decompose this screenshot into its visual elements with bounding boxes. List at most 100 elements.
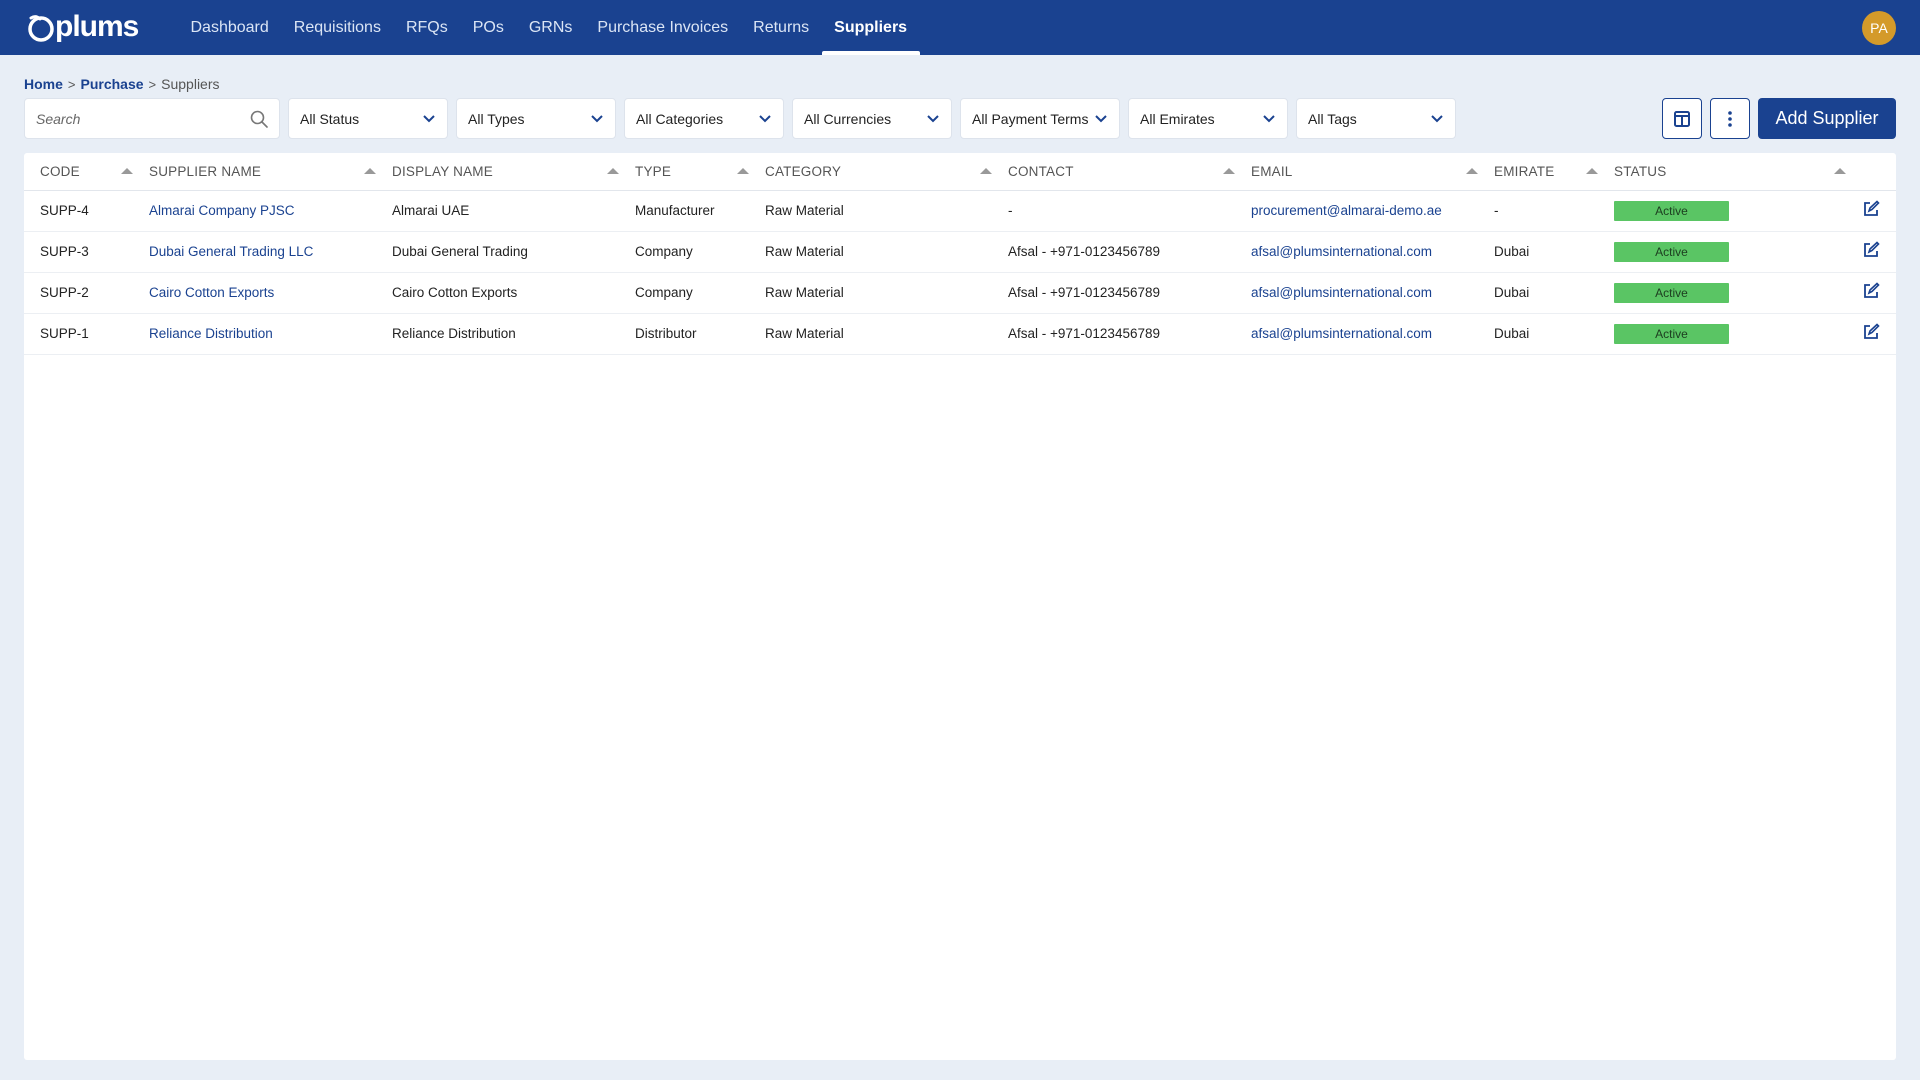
sort-icon[interactable] [1834, 168, 1846, 174]
cell-display-name: Reliance Distribution [376, 313, 619, 355]
cell-type: Company [619, 272, 749, 314]
sort-icon[interactable] [980, 168, 992, 174]
nav-pos[interactable]: POs [460, 0, 516, 55]
column-header-label: EMAIL [1251, 163, 1293, 179]
column-header-email[interactable]: EMAIL [1235, 153, 1478, 191]
tags-filter[interactable]: All Tags [1296, 98, 1456, 139]
logo-text: plums [55, 10, 139, 43]
edit-icon[interactable] [1862, 282, 1880, 300]
payment-terms-filter-value: All Payment Terms [972, 110, 1089, 127]
column-layout-button[interactable] [1662, 98, 1702, 139]
suppliers-table-card: CODE SUPPLIER NAME DISPLAY NAME TYPE CAT… [24, 153, 1896, 1060]
column-header-category[interactable]: CATEGORY [749, 153, 992, 191]
cell-emirate: - [1478, 190, 1598, 232]
column-header-label: CATEGORY [765, 163, 842, 179]
sort-icon[interactable] [607, 168, 619, 174]
breadcrumb-purchase[interactable]: Purchase [81, 76, 144, 92]
column-header-status[interactable]: STATUS [1598, 153, 1846, 191]
supplier-name-link[interactable]: Dubai General Trading LLC [149, 244, 313, 259]
sort-icon[interactable] [364, 168, 376, 174]
email-link[interactable]: afsal@plumsinternational.com [1251, 285, 1432, 300]
column-header-label: CODE [40, 163, 80, 179]
cell-code: SUPP-1 [24, 313, 133, 355]
cell-display-name: Dubai General Trading [376, 231, 619, 273]
categories-filter-value: All Categories [636, 110, 724, 127]
supplier-name-link[interactable]: Almarai Company PJSC [149, 203, 295, 218]
search-icon[interactable] [249, 109, 269, 134]
top-navbar: plums Dashboard Requisitions RFQs POs GR… [0, 0, 1920, 55]
column-header-label: EMIRATE [1494, 163, 1555, 179]
user-avatar[interactable]: PA [1862, 11, 1896, 45]
status-badge: Active [1614, 282, 1729, 303]
cell-code: SUPP-3 [24, 231, 133, 273]
nav-rfqs[interactable]: RFQs [393, 0, 460, 55]
supplier-name-link[interactable]: Cairo Cotton Exports [149, 285, 274, 300]
categories-filter[interactable]: All Categories [624, 98, 784, 139]
column-header-code[interactable]: CODE [24, 153, 133, 191]
column-header-contact[interactable]: CONTACT [992, 153, 1235, 191]
status-filter[interactable]: All Status [288, 98, 448, 139]
edit-icon[interactable] [1862, 323, 1880, 341]
chevron-down-icon [927, 114, 939, 122]
search-box [24, 98, 280, 139]
main-nav: Dashboard Requisitions RFQs POs GRNs Pur… [178, 0, 920, 55]
breadcrumb-separator: > [148, 76, 157, 92]
column-header-type[interactable]: TYPE [619, 153, 749, 191]
cell-contact: Afsal - +971-0123456789 [992, 231, 1235, 273]
supplier-name-link[interactable]: Reliance Distribution [149, 326, 273, 341]
plum-logo-icon [28, 15, 54, 42]
types-filter-value: All Types [468, 110, 525, 127]
currencies-filter-value: All Currencies [804, 110, 892, 127]
table-row[interactable]: SUPP-1 Reliance Distribution Reliance Di… [24, 313, 1896, 355]
edit-icon[interactable] [1862, 241, 1880, 259]
table-header-row: CODE SUPPLIER NAME DISPLAY NAME TYPE CAT… [24, 153, 1896, 191]
cell-contact: - [992, 190, 1235, 232]
email-link[interactable]: afsal@plumsinternational.com [1251, 326, 1432, 341]
breadcrumb-home[interactable]: Home [24, 76, 63, 92]
column-header-display-name[interactable]: DISPLAY NAME [376, 153, 619, 191]
status-badge: Active [1614, 323, 1729, 344]
plums-logo[interactable]: plums [25, 10, 139, 44]
table-row[interactable]: SUPP-4 Almarai Company PJSC Almarai UAE … [24, 190, 1896, 232]
sort-icon[interactable] [121, 168, 133, 174]
email-link[interactable]: afsal@plumsinternational.com [1251, 244, 1432, 259]
emirates-filter[interactable]: All Emirates [1128, 98, 1288, 139]
cell-emirate: Dubai [1478, 272, 1598, 314]
toolbar-actions: Add Supplier [1662, 98, 1896, 139]
table-row[interactable]: SUPP-3 Dubai General Trading LLC Dubai G… [24, 231, 1896, 273]
cell-contact: Afsal - +971-0123456789 [992, 313, 1235, 355]
emirates-filter-value: All Emirates [1140, 110, 1215, 127]
search-input[interactable] [25, 99, 235, 138]
payment-terms-filter[interactable]: All Payment Terms [960, 98, 1120, 139]
nav-returns[interactable]: Returns [741, 0, 822, 55]
nav-purchase-invoices[interactable]: Purchase Invoices [585, 0, 741, 55]
sort-icon[interactable] [1466, 168, 1478, 174]
nav-dashboard[interactable]: Dashboard [178, 0, 281, 55]
column-header-emirate[interactable]: EMIRATE [1478, 153, 1598, 191]
column-header-label: DISPLAY NAME [392, 163, 493, 179]
sort-icon[interactable] [1223, 168, 1235, 174]
chevron-down-icon [1095, 114, 1107, 122]
nav-suppliers[interactable]: Suppliers [821, 0, 920, 55]
edit-icon[interactable] [1862, 200, 1880, 218]
cell-category: Raw Material [749, 313, 992, 355]
table-row[interactable]: SUPP-2 Cairo Cotton Exports Cairo Cotton… [24, 272, 1896, 314]
cell-code: SUPP-4 [24, 190, 133, 232]
cell-display-name: Almarai UAE [376, 190, 619, 232]
add-supplier-button[interactable]: Add Supplier [1758, 98, 1896, 139]
email-link[interactable]: procurement@almarai-demo.ae [1251, 203, 1442, 218]
currencies-filter[interactable]: All Currencies [792, 98, 952, 139]
chevron-down-icon [759, 114, 771, 122]
nav-requisitions[interactable]: Requisitions [281, 0, 393, 55]
cell-category: Raw Material [749, 272, 992, 314]
sort-icon[interactable] [737, 168, 749, 174]
cell-emirate: Dubai [1478, 231, 1598, 273]
types-filter[interactable]: All Types [456, 98, 616, 139]
cell-type: Manufacturer [619, 190, 749, 232]
cell-type: Company [619, 231, 749, 273]
more-options-button[interactable] [1710, 98, 1750, 139]
sort-icon[interactable] [1586, 168, 1598, 174]
column-header-supplier-name[interactable]: SUPPLIER NAME [133, 153, 376, 191]
breadcrumb-separator: > [67, 76, 76, 92]
nav-grns[interactable]: GRNs [516, 0, 585, 55]
